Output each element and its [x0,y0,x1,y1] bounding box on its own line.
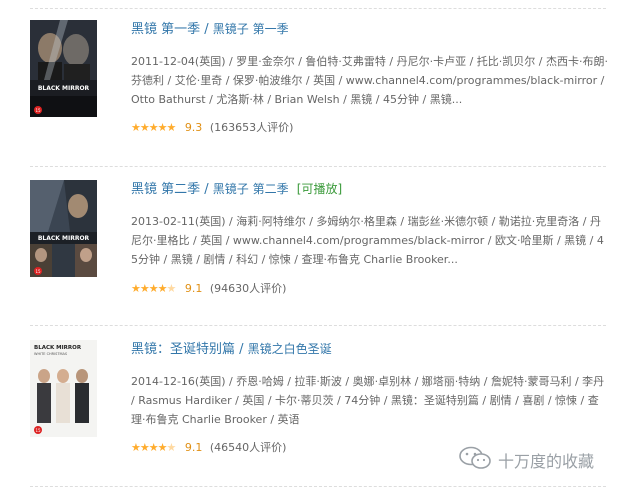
title-link[interactable]: 黑镜 第一季 [131,22,200,37]
rating-count: (46540人评价) [209,441,287,454]
watermark-text: 十万度的收藏 [498,452,595,471]
title-link[interactable]: 黑镜 第二季 [131,182,200,197]
title-separator: / [239,342,248,357]
item-title[interactable]: 黑镜 第一季 / 黑镜子 第一季 [131,21,289,38]
svg-text:BLACK MIRROR: BLACK MIRROR [38,235,90,242]
wechat-icon [458,446,492,474]
title-separator: / [204,22,213,37]
rating-score: 9.3 [184,121,203,134]
alt-title[interactable]: 黑镜之白色圣诞 [248,342,332,356]
star-rating: ★★★★★ [131,121,176,134]
star-rating: ★★★★★ [131,441,176,454]
divider-bottom [30,486,606,487]
svg-text:15: 15 [35,428,41,433]
poster-image[interactable]: BLACK MIRROR WHITE CHRISTMAS 15 [30,340,97,437]
poster-image[interactable]: BLACK MIRROR 15 [30,20,97,117]
poster-image[interactable]: BLACK MIRROR 15 [30,180,97,277]
playable-badge[interactable]: [可播放] [297,182,342,196]
alt-title[interactable]: 黑镜子 第一季 [213,22,289,36]
rating-row: ★★★★★ 9.3 (163653人评价) [131,121,293,135]
item-title[interactable]: 黑镜 第二季 / 黑镜子 第二季 [可播放] [131,181,342,198]
rating-row: ★★★★★ 9.1 (94630人评价) [131,282,286,296]
watermark: 十万度的收藏 [458,444,628,472]
rating-count: (163653人评价) [209,121,294,134]
divider-top [30,8,606,9]
divider [30,166,606,167]
title-link[interactable]: 黑镜：圣诞特别篇 [131,342,235,357]
star-rating: ★★★★★ [131,282,176,295]
item-title[interactable]: 黑镜：圣诞特别篇 / 黑镜之白色圣诞 [131,341,332,358]
title-separator: / [204,182,213,197]
list-item: BLACK MIRROR 15 黑镜 第一季 / 黑镜子 第一季 2011-12… [30,20,610,150]
item-meta: 2014-12-16(英国) / 乔恩·哈姆 / 拉菲·斯波 / 奥娜·卓别林 … [131,375,605,426]
item-meta: 2011-12-04(英国) / 罗里·金奈尔 / 鲁伯特·艾弗雷特 / 丹尼尔… [131,55,608,106]
svg-text:BLACK MIRROR: BLACK MIRROR [34,345,82,351]
rating-score: 9.1 [184,441,203,454]
rating-row: ★★★★★ 9.1 (46540人评价) [131,441,286,455]
item-meta: 2013-02-11(英国) / 海莉·阿特维尔 / 多姆纳尔·格里森 / 瑞彭… [131,215,604,266]
rating-score: 9.1 [184,282,203,295]
list-item: BLACK MIRROR 15 黑镜 第二季 / 黑镜子 第二季 [可播放] 2… [30,180,610,310]
divider [30,325,606,326]
svg-text:BLACK MIRROR: BLACK MIRROR [38,85,90,92]
svg-text:15: 15 [35,269,41,274]
alt-title[interactable]: 黑镜子 第二季 [213,182,289,196]
rating-count: (94630人评价) [209,282,287,295]
svg-text:15: 15 [35,108,41,113]
svg-text:WHITE CHRISTMAS: WHITE CHRISTMAS [34,352,68,356]
